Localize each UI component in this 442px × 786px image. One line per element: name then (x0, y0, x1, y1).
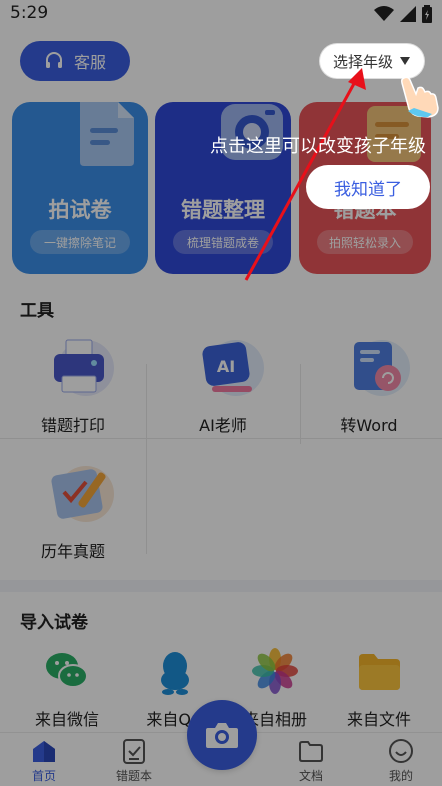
guide-arrow (244, 68, 366, 281)
pointing-hand-icon (401, 76, 439, 118)
guide-text: 点击这里可以改变孩子年级 (210, 136, 426, 157)
got-it-button[interactable]: 我知道了 (306, 165, 430, 209)
